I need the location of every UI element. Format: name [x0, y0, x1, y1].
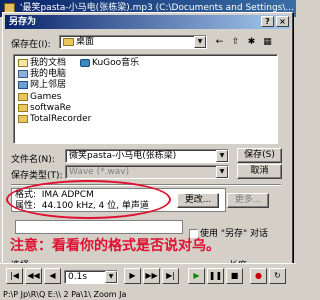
- back-icon[interactable]: ←: [213, 36, 226, 48]
- list-item[interactable]: TotalRecorder: [18, 114, 91, 124]
- red-annotation-text: 注意：看看你的格式是否说对乌。: [10, 238, 220, 254]
- rewind-icon[interactable]: ◀◀: [25, 268, 42, 284]
- list-item[interactable]: 我的电脑: [18, 69, 66, 79]
- fast-forward-icon[interactable]: ▶▶: [143, 268, 160, 284]
- folder-icon: [18, 103, 28, 112]
- step-forward-icon[interactable]: ▶: [124, 268, 141, 284]
- save-in-label: 保存在(I):: [11, 40, 51, 50]
- filetype-value: Wave (*.wav): [69, 167, 130, 177]
- kugoo-icon: [80, 58, 90, 67]
- filetype-label: 保存类型(T):: [11, 171, 63, 181]
- save-as-dialog: 另存为 ? × 保存在(I): 桌面 ▼ ← ⇧ ✱ ▦ 我的文档 我的电脑 网…: [2, 12, 293, 272]
- chevron-down-icon[interactable]: ▼: [194, 36, 206, 48]
- filename-label: 文件名(N):: [11, 155, 55, 165]
- help-button[interactable]: ?: [261, 16, 274, 27]
- play-icon[interactable]: ▶: [188, 268, 205, 284]
- chevron-down-icon[interactable]: ▼: [105, 271, 117, 283]
- list-item[interactable]: 网上邻居: [18, 80, 66, 90]
- save-in-value: 桌面: [76, 37, 95, 47]
- up-folder-icon[interactable]: ⇧: [229, 36, 242, 48]
- view-menu-icon[interactable]: ▦: [261, 36, 274, 48]
- close-button[interactable]: ×: [276, 16, 289, 27]
- status-bar: P:\P Jp\R\Q E:\\ 2 Pa\1\ Zoom Ja: [0, 289, 296, 300]
- waveform-preview: [15, 220, 183, 234]
- cancel-button[interactable]: 取消: [237, 164, 282, 179]
- stop-icon[interactable]: ■: [226, 268, 243, 284]
- change-format-button[interactable]: 更改...: [177, 193, 219, 208]
- skip-start-icon[interactable]: |◀: [6, 268, 23, 284]
- annotation-ellipse: [6, 180, 171, 219]
- player-toolbar: |◀ ◀◀ ◀ 0.1s ▼ ▶ ▶▶ ▶| ▶ ❚❚ ■ ● ↻: [0, 263, 296, 289]
- save-in-dropdown[interactable]: 桌面 ▼: [59, 35, 207, 49]
- list-item[interactable]: 我的文档: [18, 58, 66, 68]
- speed-dropdown[interactable]: 0.1s ▼: [64, 270, 118, 284]
- step-back-icon[interactable]: ◀: [44, 268, 61, 284]
- network-icon: [18, 80, 28, 89]
- dialog-titlebar: 另存为 ? ×: [5, 15, 290, 29]
- filetype-dropdown[interactable]: Wave (*.wav) ▼: [65, 165, 229, 179]
- speed-value: 0.1s: [68, 272, 88, 282]
- filename-value: 微笑pasta-小马电(张栋梁): [69, 151, 177, 161]
- filename-field[interactable]: 微笑pasta-小马电(张栋梁) ▼: [65, 149, 229, 163]
- loop-icon[interactable]: ↻: [269, 268, 286, 284]
- save-button[interactable]: 保存(S): [237, 148, 282, 163]
- folder-icon: [18, 92, 28, 101]
- folder-icon: [18, 114, 28, 123]
- chevron-down-icon[interactable]: ▼: [216, 150, 228, 162]
- pause-icon[interactable]: ❚❚: [207, 268, 224, 284]
- skip-end-icon[interactable]: ▶|: [162, 268, 179, 284]
- more-button[interactable]: 更多...: [227, 193, 269, 208]
- my-computer-icon: [18, 69, 28, 78]
- my-documents-icon: [18, 58, 28, 67]
- chevron-down-icon[interactable]: ▼: [216, 166, 228, 178]
- list-item[interactable]: Games: [18, 92, 61, 102]
- list-item[interactable]: softwaRe: [18, 103, 71, 113]
- list-item[interactable]: KuGoo音乐: [80, 58, 139, 68]
- new-folder-icon[interactable]: ✱: [245, 36, 258, 48]
- file-list[interactable]: 我的文档 我的电脑 网上邻居 Games softwaRe TotalRecor…: [13, 54, 278, 144]
- record-icon[interactable]: ●: [250, 268, 267, 284]
- dialog-title: 另存为: [9, 17, 37, 27]
- desktop-icon: [63, 37, 74, 46]
